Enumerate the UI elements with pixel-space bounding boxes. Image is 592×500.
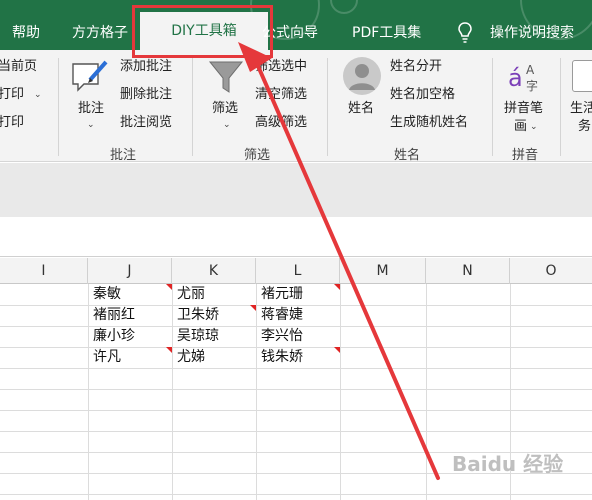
cell-l4[interactable]: 钱朱娇 [258,347,303,368]
column-header-row: I J K L M N O [0,258,592,284]
life-service-button[interactable]: 生活 [570,100,592,118]
person-avatar-icon [343,57,381,95]
group-separator [492,58,493,156]
cell-l2[interactable]: 蒋睿婕 [258,305,303,326]
svg-text:A: A [526,63,535,77]
decorative-circle [330,0,358,14]
clear-filter-button[interactable]: 清空筛选 [255,86,307,104]
group-separator [327,58,328,156]
group-separator [192,58,193,156]
chevron-down-icon: ⌄ [223,120,231,130]
tell-me-search[interactable]: 操作说明搜索 [490,18,574,48]
column-header-n[interactable]: N [426,258,510,284]
grid-line [340,284,341,500]
random-name-button[interactable]: 生成随机姓名 [390,114,468,132]
chevron-down-icon: ⌄ [530,122,538,132]
name-group-label: 姓名 [394,148,421,163]
grid-line [172,284,173,500]
comment-indicator [250,305,256,311]
grid-line [426,284,427,500]
filter-big-button[interactable]: 筛选 [212,100,238,118]
pinyin-stroke-button-line2[interactable]: 画 [514,118,527,136]
name-add-space-button[interactable]: 姓名加空格 [390,86,455,104]
grid-line [256,284,257,500]
pinyin-stroke-button[interactable]: 拼音笔 [504,100,543,118]
chevron-down-icon: ⌄ [87,120,95,130]
print-button-2[interactable]: 打印 [0,114,24,132]
cell-j3[interactable]: 廉小珍 [90,326,135,347]
column-header-j[interactable]: J [88,258,172,284]
comment-indicator [334,347,340,353]
column-header-l[interactable]: L [256,258,340,284]
cell-l3[interactable]: 李兴怡 [258,326,303,347]
cell-j2[interactable]: 褚丽红 [90,305,135,326]
comment-indicator [334,284,340,290]
view-comments-button[interactable]: 批注阅览 [120,114,172,132]
cell-j1[interactable]: 秦敏 [90,284,121,305]
print-current-page-button[interactable]: 当前页 [0,58,37,76]
cell-k2[interactable]: 卫朱娇 [174,305,219,326]
pinyin-group-label: 拼音 [512,148,539,163]
comment-big-button[interactable]: 批注 [78,100,104,118]
add-comment-button[interactable]: 添加批注 [120,58,172,76]
comments-group-label: 批注 [110,148,137,163]
svg-text:字: 字 [526,78,538,93]
tab-fangfang-gezi[interactable]: 方方格子 [72,18,128,48]
cell-k1[interactable]: 尤丽 [174,284,205,305]
group-separator [58,58,59,156]
column-header-m[interactable]: M [340,258,426,284]
filter-selected-button[interactable]: 筛选选中 [255,58,307,76]
svg-text:á: á [508,64,523,92]
comment-indicator [166,284,172,290]
column-header-k[interactable]: K [172,258,256,284]
sheet-top-blank [0,217,592,257]
baidu-watermark: Baidu 经验 [452,452,564,476]
comment-pen-icon [72,60,108,92]
life-service-button-line2[interactable]: 务 [578,118,591,136]
tab-highlight-box [132,5,273,58]
life-service-icon [572,60,592,92]
tab-pdf-tools[interactable]: PDF工具集 [352,18,421,48]
filter-group-label: 筛选 [244,148,271,163]
advanced-filter-button[interactable]: 高级筛选 [255,114,307,132]
chevron-down-icon: ⌄ [34,90,42,100]
print-button[interactable]: 打印 [0,86,24,104]
ribbon-panel: 当前页 打印 ⌄ 打印 批注 ⌄ 添加批注 删除批注 批注阅览 批注 筛选 ⌄ … [0,50,592,163]
split-name-button[interactable]: 姓名分开 [390,58,442,76]
cell-j4[interactable]: 许凡 [90,347,121,368]
column-header-i[interactable]: I [0,258,88,284]
cell-l1[interactable]: 褚元珊 [258,284,303,305]
column-header-o[interactable]: O [510,258,592,284]
name-big-button[interactable]: 姓名 [348,100,374,118]
ribbon-tab-bar: 帮助 方方格子 DIY工具箱 公式向导 PDF工具集 操作说明搜索 [0,0,592,50]
grid-line [88,284,89,500]
group-separator [560,58,561,156]
comment-indicator [166,347,172,353]
tab-help[interactable]: 帮助 [12,18,40,48]
cell-k4[interactable]: 尤娣 [174,347,205,368]
lightbulb-icon [458,22,472,43]
filter-funnel-icon [208,61,244,93]
cell-k3[interactable]: 吴琼琼 [174,326,219,347]
formula-bar-area [0,163,592,217]
delete-comment-button[interactable]: 删除批注 [120,86,172,104]
pinyin-icon: á A 字 [508,63,538,93]
